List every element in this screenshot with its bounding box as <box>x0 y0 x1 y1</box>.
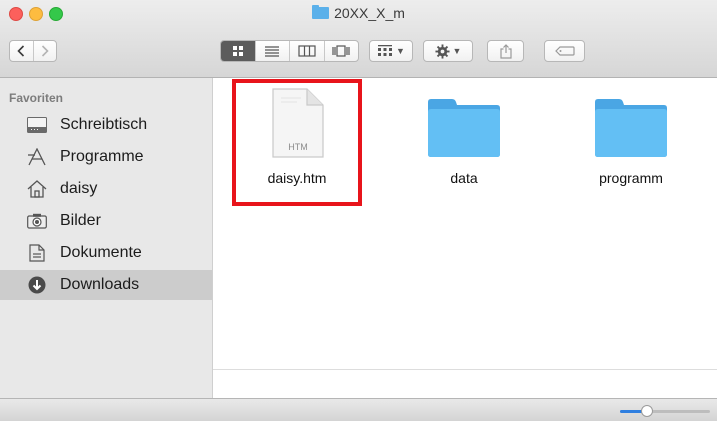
path-bar <box>213 370 717 398</box>
highlight-box <box>232 79 362 206</box>
slider-knob[interactable] <box>641 405 653 417</box>
camera-icon <box>26 212 48 230</box>
window-title-text: 20XX_X_m <box>334 5 405 21</box>
file-name: programm <box>599 170 663 186</box>
back-button[interactable] <box>10 41 33 61</box>
share-button[interactable] <box>487 40 524 62</box>
navigation-buttons <box>9 40 57 62</box>
list-view-button[interactable] <box>254 41 290 61</box>
finder-window: 20XX_X_m ▼ ▼ Favoriten Schreibtisch Prog… <box>0 0 717 421</box>
window-title: 20XX_X_m <box>0 4 717 22</box>
tag-icon <box>554 46 575 56</box>
arrange-grid-icon <box>378 45 393 56</box>
home-icon <box>26 180 48 198</box>
folder-icon <box>312 5 330 19</box>
sidebar-item-documents[interactable]: Dokumente <box>0 238 212 268</box>
folder-item-data[interactable]: data <box>399 88 529 186</box>
sidebar-item-label: daisy <box>60 180 98 197</box>
icon-view-icon <box>232 46 243 56</box>
sidebar-item-label: Dokumente <box>60 244 142 261</box>
gear-icon <box>435 43 450 59</box>
arrange-button[interactable]: ▼ <box>369 40 413 62</box>
cover-flow-icon <box>332 45 350 57</box>
status-bar <box>0 398 717 421</box>
chevron-right-icon <box>41 45 49 57</box>
icon-view-button[interactable] <box>221 41 255 61</box>
sidebar-item-downloads[interactable]: Downloads <box>0 270 212 300</box>
view-mode-control <box>220 40 359 62</box>
sidebar: Favoriten Schreibtisch Programme daisy B… <box>0 78 213 398</box>
sidebar-item-label: Downloads <box>60 276 140 293</box>
icon-size-slider[interactable] <box>620 405 710 417</box>
sidebar-item-desktop[interactable]: Schreibtisch <box>0 110 212 140</box>
chevron-down-icon: ▼ <box>396 46 405 56</box>
column-view-button[interactable] <box>289 41 324 61</box>
column-view-icon <box>298 45 316 57</box>
folder-icon <box>566 88 696 158</box>
sidebar-item-label: Programme <box>60 148 144 165</box>
sidebar-heading: Favoriten <box>9 91 64 105</box>
desktop-icon <box>26 116 48 134</box>
file-name: data <box>450 170 478 186</box>
sidebar-item-label: Schreibtisch <box>60 116 148 133</box>
document-icon <box>26 244 48 262</box>
folder-item-programm[interactable]: programm <box>566 88 696 186</box>
forward-button[interactable] <box>32 41 57 61</box>
applications-icon <box>26 148 48 166</box>
folder-icon <box>399 88 529 158</box>
toolbar: 20XX_X_m ▼ ▼ <box>0 0 717 78</box>
chevron-down-icon: ▼ <box>452 46 462 56</box>
cover-flow-view-button[interactable] <box>323 41 359 61</box>
tags-button[interactable] <box>544 40 585 62</box>
sidebar-item-pictures[interactable]: Bilder <box>0 206 212 236</box>
share-icon <box>499 43 512 59</box>
sidebar-item-applications[interactable]: Programme <box>0 142 212 172</box>
action-button[interactable]: ▼ <box>423 40 473 62</box>
download-icon <box>26 276 48 294</box>
sidebar-item-label: Bilder <box>60 212 101 229</box>
list-view-icon <box>265 46 280 57</box>
chevron-left-icon <box>17 45 25 57</box>
sidebar-item-home[interactable]: daisy <box>0 174 212 204</box>
